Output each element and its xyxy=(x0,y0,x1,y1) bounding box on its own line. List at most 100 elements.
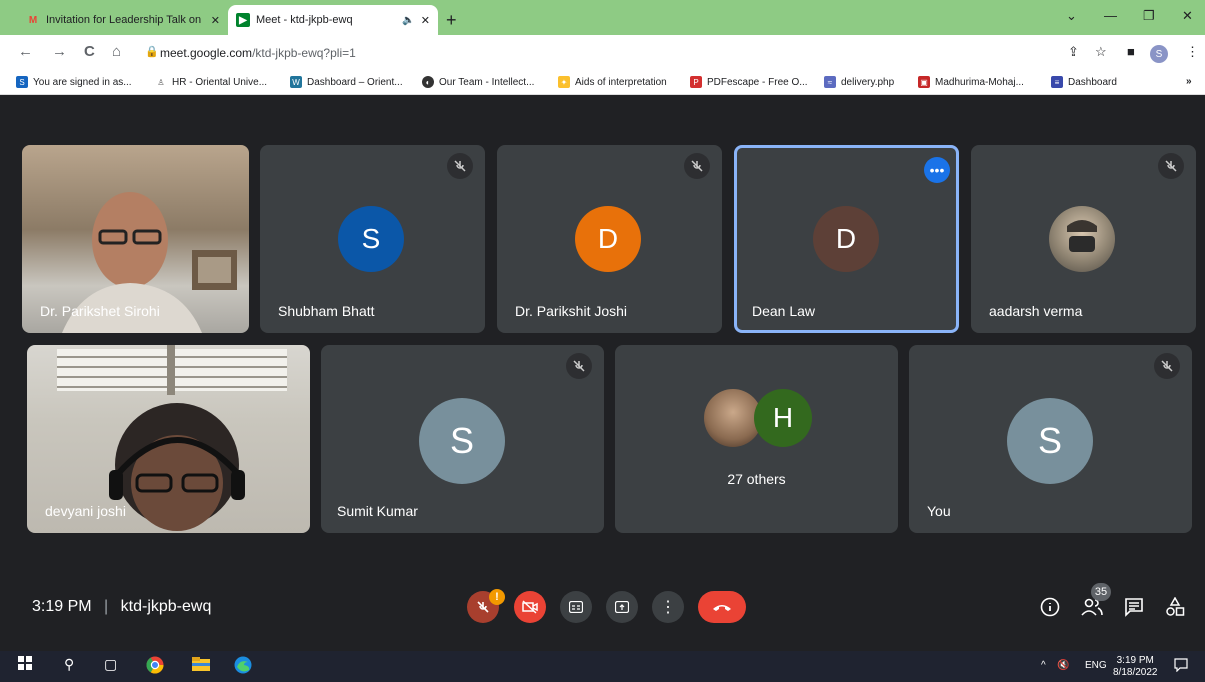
tab-meet[interactable]: ▶ Meet - ktd-jkpb-ewq 🔈 ✕ xyxy=(228,5,438,35)
search-icon[interactable]: ⚲ xyxy=(64,656,74,673)
participant-name: Dr. Parikshit Joshi xyxy=(515,303,628,319)
clock-time: 3:19 PM xyxy=(1116,655,1154,666)
bookmark-item[interactable]: ▣ Madhurima-Mohaj... xyxy=(918,76,1024,88)
lock-icon[interactable]: 🔒 xyxy=(145,45,159,58)
avatar: S xyxy=(419,398,505,484)
camera-toggle-button[interactable] xyxy=(514,591,546,623)
new-tab-button[interactable]: + xyxy=(446,10,457,31)
close-window-button[interactable]: ✕ xyxy=(1182,8,1193,24)
file-explorer-icon[interactable] xyxy=(192,656,210,675)
profile-avatar[interactable]: S xyxy=(1150,45,1168,63)
mic-off-icon xyxy=(1158,153,1184,179)
bookmark-icon: ≡ xyxy=(1051,76,1063,88)
captions-icon xyxy=(569,601,583,613)
bookmark-item[interactable]: P PDFescape - Free O... xyxy=(690,76,808,88)
pdf-icon: P xyxy=(690,76,702,88)
activities-icon xyxy=(1166,596,1185,616)
more-options-button[interactable]: ⋮ xyxy=(652,591,684,623)
end-call-button[interactable] xyxy=(698,591,746,623)
tab-title: Meet - ktd-jkpb-ewq xyxy=(256,14,353,26)
language-indicator[interactable]: ENG xyxy=(1085,660,1107,671)
activities-button[interactable] xyxy=(1165,596,1185,622)
bookmark-icon: ✦ xyxy=(558,76,570,88)
tab-title: Invitation for Leadership Talk on xyxy=(46,14,202,26)
forward-button[interactable]: → xyxy=(52,43,67,60)
bookmark-icon: ≈ xyxy=(824,76,836,88)
home-button[interactable]: ⌂ xyxy=(112,43,121,60)
bookmark-item[interactable]: ✦ Aids of interpretation xyxy=(558,76,667,88)
notification-icon[interactable] xyxy=(1174,658,1188,675)
participant-tile[interactable]: aadarsh verma xyxy=(971,145,1196,333)
bookmark-label: Aids of interpretation xyxy=(575,76,667,88)
participant-tile[interactable]: Dr. Parikshet Sirohi xyxy=(22,145,249,333)
participant-tile[interactable]: D Dr. Parikshit Joshi xyxy=(497,145,722,333)
windows-start-icon[interactable] xyxy=(18,656,32,673)
volume-muted-icon[interactable]: 🔇 xyxy=(1057,660,1069,671)
mic-off-icon xyxy=(1154,353,1180,379)
audio-icon[interactable]: 🔈 xyxy=(402,15,414,26)
avatar: S xyxy=(338,206,404,272)
others-count: 27 others xyxy=(727,471,786,487)
url-path: /ktd-jkpb-ewq?pli=1 xyxy=(252,46,356,60)
tab-gmail[interactable]: M Invitation for Leadership Talk on ✕ xyxy=(18,5,228,35)
avatar: D xyxy=(813,206,879,272)
chevron-down-icon[interactable]: ⌄ xyxy=(1066,8,1077,24)
chrome-icon[interactable] xyxy=(146,656,164,677)
info-icon xyxy=(1040,597,1060,617)
chevron-up-icon[interactable]: ^ xyxy=(1041,660,1046,671)
minimize-button[interactable]: — xyxy=(1104,8,1117,23)
person-icon: ♙ xyxy=(155,76,167,88)
bookmark-label: PDFescape - Free O... xyxy=(707,76,808,88)
restore-button[interactable]: ❐ xyxy=(1143,8,1155,24)
participant-name: Dean Law xyxy=(752,303,816,319)
mic-off-icon xyxy=(477,601,489,613)
meeting-time: 3:19 PM xyxy=(32,598,92,615)
participant-name: Shubham Bhatt xyxy=(278,303,375,319)
taskbar-clock[interactable]: 3:19 PM 8/18/2022 xyxy=(1113,655,1158,679)
mic-off-icon xyxy=(684,153,710,179)
alert-badge: ! xyxy=(489,589,505,605)
others-tile[interactable]: H 27 others xyxy=(615,345,898,533)
avatar-photo xyxy=(1049,206,1115,272)
bookmark-label: Dashboard – Orient... xyxy=(307,76,403,88)
captions-button[interactable] xyxy=(560,591,592,623)
self-tile[interactable]: S You xyxy=(909,345,1192,533)
bookmark-label: Madhurima-Mohaj... xyxy=(935,76,1024,88)
edge-icon[interactable] xyxy=(234,656,252,677)
bookmark-item[interactable]: ≡ Dashboard xyxy=(1051,76,1117,88)
close-icon[interactable]: ✕ xyxy=(421,14,430,27)
bookmark-item[interactable]: ♙ HR - Oriental Unive... xyxy=(155,76,267,88)
end-call-icon xyxy=(713,605,731,611)
bookmark-item[interactable]: ≈ delivery.php xyxy=(824,76,894,88)
bookmark-item[interactable]: W Dashboard – Orient... xyxy=(290,76,403,88)
bookmark-label: HR - Oriental Unive... xyxy=(172,76,268,88)
chat-button[interactable] xyxy=(1124,597,1144,622)
more-bookmarks-icon[interactable]: » xyxy=(1186,76,1192,87)
menu-icon[interactable]: ⋮ xyxy=(1186,44,1199,60)
participant-tile[interactable]: S Shubham Bhatt xyxy=(260,145,485,333)
present-button[interactable] xyxy=(606,591,638,623)
participant-tile[interactable]: ••• D Dean Law xyxy=(734,145,959,333)
close-icon[interactable]: ✕ xyxy=(211,14,220,27)
url-text: meet.google.com/ktd-jkpb-ewq?pli=1 xyxy=(160,46,356,60)
avatar: S xyxy=(1007,398,1093,484)
bookmark-icon: S xyxy=(16,76,28,88)
participant-tile[interactable]: devyani joshi xyxy=(27,345,310,533)
globe-icon: ◐ xyxy=(422,76,434,88)
star-icon[interactable]: ☆ xyxy=(1095,44,1107,60)
mic-off-icon xyxy=(566,353,592,379)
reload-button[interactable]: C xyxy=(84,43,95,60)
sidebar-icon[interactable]: ■ xyxy=(1127,44,1135,59)
bookmark-item[interactable]: S You are signed in as... xyxy=(16,76,132,88)
wordpress-icon: W xyxy=(290,76,302,88)
meeting-details-button[interactable] xyxy=(1040,597,1060,622)
participant-tile[interactable]: S Sumit Kumar xyxy=(321,345,604,533)
bookmark-item[interactable]: ◐ Our Team - Intellect... xyxy=(422,76,534,88)
meet-icon: ▶ xyxy=(236,13,250,27)
more-options-icon[interactable]: ••• xyxy=(924,157,950,183)
bookmark-label: delivery.php xyxy=(841,76,895,88)
people-count-badge: 35 xyxy=(1091,583,1111,601)
task-view-icon[interactable]: ▢ xyxy=(104,656,117,673)
share-icon[interactable]: ⇪ xyxy=(1068,44,1079,60)
back-button[interactable]: ← xyxy=(18,43,33,60)
